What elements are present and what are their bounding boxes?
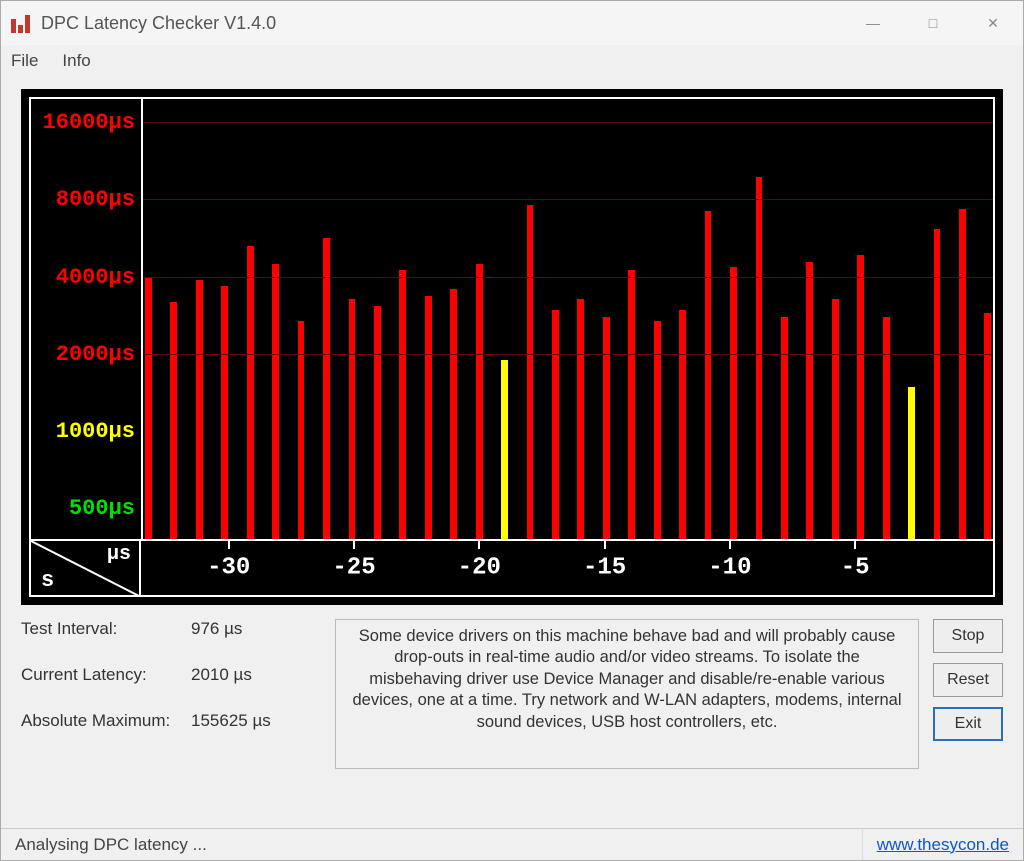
bar [450, 289, 457, 539]
bar [399, 270, 406, 540]
minimize-button[interactable]: — [843, 1, 903, 45]
x-axis: -30 -25 -20 -15 -10 -5 [141, 541, 993, 595]
reset-button[interactable]: Reset [933, 663, 1003, 697]
bar [883, 317, 890, 539]
y-tick-label: 16000µs [43, 110, 135, 135]
x-tick-label: -5 [841, 555, 870, 582]
window-title: DPC Latency Checker V1.4.0 [41, 13, 276, 34]
exit-button[interactable]: Exit [933, 707, 1003, 741]
bar [806, 262, 813, 539]
bar [552, 310, 559, 539]
bar [145, 278, 152, 539]
y-tick-label: 4000µs [56, 265, 135, 290]
absmax-value: 155625 µs [191, 711, 271, 731]
plot-area [141, 99, 993, 539]
bar [425, 296, 432, 539]
bar [603, 317, 610, 539]
app-icon [11, 13, 31, 33]
maximize-button[interactable]: □ [903, 1, 963, 45]
close-button[interactable]: ✕ [963, 1, 1023, 45]
bar [781, 317, 788, 539]
bar [832, 299, 839, 539]
y-tick-label: 2000µs [56, 342, 135, 367]
bar [730, 267, 737, 539]
menu-info[interactable]: Info [62, 51, 90, 71]
latency-chart: 16000µs 8000µs 4000µs 2000µs 1000µs 500µs µs … [21, 89, 1003, 605]
absmax-label: Absolute Maximum: [21, 711, 191, 731]
y-tick-label: 1000µs [56, 419, 135, 444]
bar [349, 299, 356, 539]
x-tick-mark [228, 541, 230, 549]
bar [679, 310, 686, 539]
x-tick-label: -20 [458, 555, 501, 582]
x-tick-mark [478, 541, 480, 549]
gridline [143, 199, 993, 200]
bar [934, 229, 941, 539]
status-link[interactable]: www.thesycon.de [877, 835, 1009, 855]
x-axis-unit: s [41, 568, 54, 593]
gridline [143, 277, 993, 278]
status-text: Analysing DPC latency ... [15, 829, 863, 860]
bar [577, 299, 584, 539]
x-tick-label: -10 [708, 555, 751, 582]
gridline [143, 122, 993, 123]
stats-panel: Test Interval: 976 µs Current Latency: 2… [21, 619, 321, 731]
message-box: Some device drivers on this machine beha… [335, 619, 919, 769]
bar [705, 211, 712, 539]
gridline [143, 354, 993, 355]
x-tick-label: -30 [207, 555, 250, 582]
axis-corner: µs s [31, 541, 141, 595]
y-tick-label: 500µs [69, 496, 135, 521]
bar [247, 246, 254, 539]
y-tick-label: 8000µs [56, 187, 135, 212]
statusbar: Analysing DPC latency ... www.thesycon.d… [1, 828, 1023, 860]
x-tick-label: -25 [332, 555, 375, 582]
app-window: DPC Latency Checker V1.4.0 — □ ✕ File In… [0, 0, 1024, 861]
interval-label: Test Interval: [21, 619, 191, 639]
bar [756, 177, 763, 539]
x-tick-mark [729, 541, 731, 549]
bar [221, 286, 228, 539]
bar [476, 264, 483, 539]
titlebar: DPC Latency Checker V1.4.0 — □ ✕ [1, 1, 1023, 45]
bar [196, 280, 203, 539]
bar-series [143, 99, 993, 539]
x-tick-mark [353, 541, 355, 549]
x-tick-label: -15 [583, 555, 626, 582]
interval-value: 976 µs [191, 619, 242, 639]
bar [323, 238, 330, 539]
menu-file[interactable]: File [11, 51, 38, 71]
y-axis-unit: µs [107, 543, 131, 566]
bar [501, 360, 508, 539]
x-tick-mark [604, 541, 606, 549]
bar [857, 255, 864, 539]
x-tick-mark [854, 541, 856, 549]
bar [984, 313, 991, 539]
y-axis-labels: 16000µs 8000µs 4000µs 2000µs 1000µs 500µs [31, 99, 141, 539]
current-latency-label: Current Latency: [21, 665, 191, 685]
current-latency-value: 2010 µs [191, 665, 252, 685]
menubar: File Info [1, 45, 1023, 77]
bar [628, 270, 635, 540]
bar [908, 387, 915, 539]
bar [527, 205, 534, 539]
stop-button[interactable]: Stop [933, 619, 1003, 653]
bar [272, 264, 279, 539]
bar [959, 209, 966, 539]
bar [374, 306, 381, 539]
bar [170, 302, 177, 539]
